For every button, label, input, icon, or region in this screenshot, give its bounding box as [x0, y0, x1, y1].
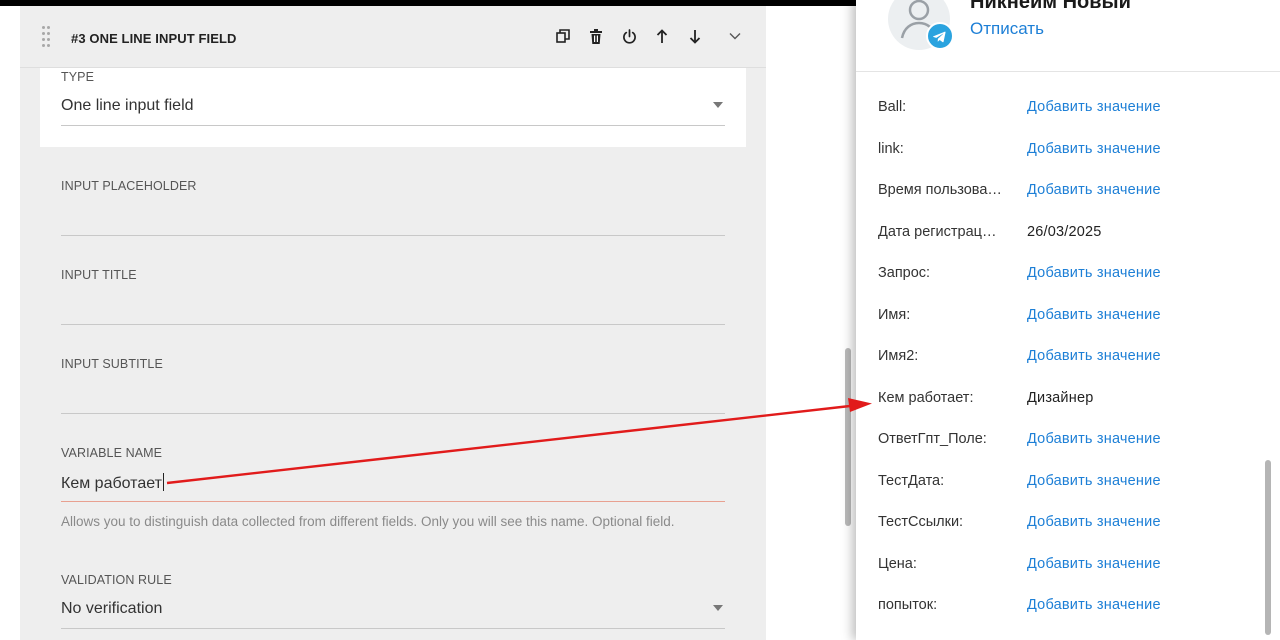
- panel-scrollbar[interactable]: [1265, 460, 1271, 635]
- validation-underline: [61, 628, 725, 629]
- subtitle-input[interactable]: [61, 383, 725, 407]
- add-value-link[interactable]: Добавить значение: [1027, 514, 1161, 530]
- editor-scrollbar[interactable]: [845, 348, 851, 526]
- variable-value: 26/03/2025: [1027, 223, 1102, 240]
- placeholder-input[interactable]: [61, 205, 725, 229]
- add-value-link[interactable]: Добавить значение: [1027, 182, 1161, 198]
- validation-dropdown-caret-icon[interactable]: [713, 605, 723, 611]
- placeholder-underline: [61, 235, 725, 236]
- variable-key: ТестСсылки:: [878, 514, 964, 530]
- trash-icon[interactable]: [587, 27, 605, 45]
- chevron-down-icon[interactable]: [726, 27, 744, 45]
- subtitle-underline: [61, 413, 725, 414]
- variable-row: Имя: Добавить значение: [878, 304, 1258, 328]
- add-value-link[interactable]: Добавить значение: [1027, 265, 1161, 281]
- variable-key: Кем работает:: [878, 389, 974, 406]
- subscriber-panel: Никнейм Новый Отписать Ball: Добавить зна…: [856, 0, 1280, 640]
- variable-name-hint: Allows you to distinguish data collected…: [61, 514, 675, 529]
- add-value-link[interactable]: Добавить значение: [1027, 473, 1161, 489]
- variable-row: Кем работает: Дизайнер: [878, 387, 1258, 411]
- block-header: #3 ONE LINE INPUT FIELD: [20, 6, 766, 68]
- variable-key: Цена:: [878, 555, 917, 572]
- subscriber-name: Никнейм Новый: [970, 0, 1131, 13]
- variable-row: Дата регистрац… 26/03/2025: [878, 221, 1258, 245]
- variable-key: Дата регистрац…: [878, 223, 997, 240]
- variable-key: ОтветГпт_Поле:: [878, 431, 987, 447]
- block-title: #3 ONE LINE INPUT FIELD: [71, 31, 237, 46]
- add-value-link[interactable]: Добавить значение: [1027, 141, 1161, 157]
- arrow-down-icon[interactable]: [686, 27, 704, 45]
- type-select[interactable]: One line input field: [61, 97, 194, 115]
- title-underline: [61, 324, 725, 325]
- type-select-card: TYPE One line input field: [40, 68, 746, 147]
- variable-key: link:: [878, 140, 904, 157]
- variable-key: Имя2:: [878, 348, 919, 364]
- variable-row: link: Добавить значение: [878, 138, 1258, 162]
- add-value-link[interactable]: Добавить значение: [1027, 307, 1161, 323]
- validation-select[interactable]: No verification: [61, 600, 162, 618]
- type-label: TYPE: [61, 70, 95, 84]
- variable-row: ТестДата: Добавить значение: [878, 470, 1258, 494]
- text-cursor: [162, 473, 164, 491]
- add-value-link[interactable]: Добавить значение: [1027, 99, 1161, 115]
- type-dropdown-caret-icon[interactable]: [713, 102, 723, 108]
- form-editor: #3 ONE LINE INPUT FIELD TYPE One line in…: [0, 0, 856, 640]
- variable-key: ТестДата:: [878, 472, 945, 489]
- field-block: #3 ONE LINE INPUT FIELD TYPE One line in…: [20, 6, 766, 640]
- drag-handle-icon[interactable]: [42, 26, 54, 48]
- copy-icon[interactable]: [554, 27, 572, 45]
- power-icon[interactable]: [620, 27, 638, 45]
- variable-key: попыток:: [878, 597, 938, 613]
- variable-row: Цена: Добавить значение: [878, 553, 1258, 577]
- placeholder-label: INPUT PLACEHOLDER: [61, 179, 197, 193]
- variable-row: попыток: Добавить значение: [878, 594, 1258, 618]
- variable-key: Время пользова…: [878, 182, 1002, 198]
- variable-value: Дизайнер: [1027, 389, 1094, 406]
- variable-name-underline: [61, 501, 725, 502]
- profile-header: Никнейм Новый Отписать: [856, 0, 1280, 72]
- variable-row: Время пользова… Добавить значение: [878, 179, 1258, 203]
- title-label: INPUT TITLE: [61, 268, 137, 282]
- validation-label: VALIDATION RULE: [61, 573, 172, 587]
- arrow-up-icon[interactable]: [653, 27, 671, 45]
- variable-key: Ball:: [878, 99, 907, 115]
- add-value-link[interactable]: Добавить значение: [1027, 597, 1161, 613]
- add-value-link[interactable]: Добавить значение: [1027, 556, 1161, 572]
- variable-name-value: Кем работает: [61, 475, 162, 492]
- type-underline: [61, 125, 725, 126]
- variable-row: Ball: Добавить значение: [878, 96, 1258, 120]
- variable-row: ОтветГпт_Поле: Добавить значение: [878, 428, 1258, 452]
- variable-row: Запрос: Добавить значение: [878, 262, 1258, 286]
- add-value-link[interactable]: Добавить значение: [1027, 348, 1161, 364]
- telegram-icon: [926, 22, 954, 50]
- variable-row: ТестСсылки: Добавить значение: [878, 511, 1258, 535]
- subtitle-label: INPUT SUBTITLE: [61, 357, 163, 371]
- add-value-link[interactable]: Добавить значение: [1027, 431, 1161, 447]
- title-input[interactable]: [61, 294, 725, 318]
- variable-key: Имя:: [878, 306, 911, 323]
- variable-name-input[interactable]: Кем работает: [61, 473, 164, 493]
- variable-name-label: VARIABLE NAME: [61, 446, 163, 460]
- unsubscribe-link[interactable]: Отписать: [970, 19, 1044, 39]
- variable-row: Имя2: Добавить значение: [878, 345, 1258, 369]
- variable-key: Запрос:: [878, 265, 931, 281]
